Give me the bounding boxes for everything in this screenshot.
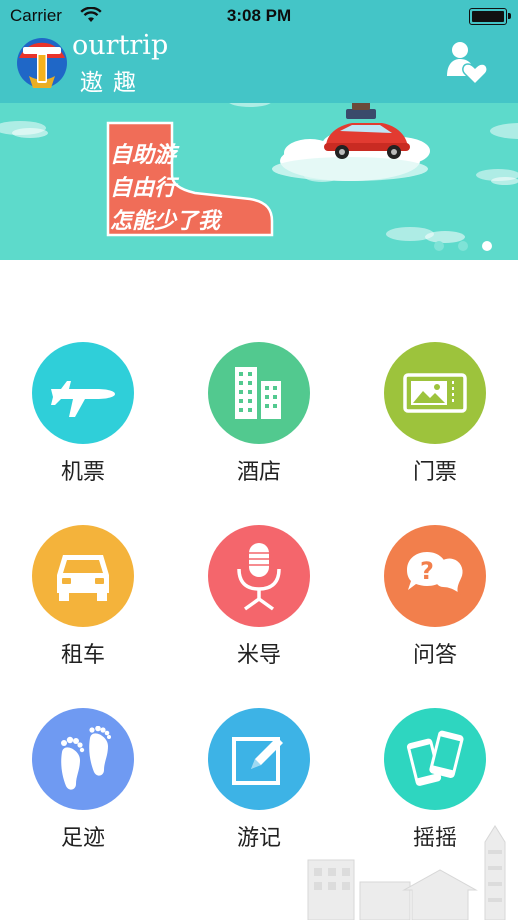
menu-label-car-rental: 租车 xyxy=(60,643,105,668)
buildings-icon xyxy=(235,367,281,419)
brand-name-en: ourtrip xyxy=(72,30,169,61)
brand-name-cn: 遨趣 xyxy=(80,70,146,96)
page-dot-1[interactable] xyxy=(434,241,444,251)
status-bar: Carrier 3:08 PM xyxy=(0,0,518,34)
footprints-icon xyxy=(61,726,111,790)
menu-item-ticket[interactable]: 门票 xyxy=(360,342,510,502)
battery-icon xyxy=(469,8,511,25)
guide-circle xyxy=(208,525,310,627)
shake-circle xyxy=(384,708,486,810)
page-dot-2[interactable] xyxy=(458,241,468,251)
ticket-icon xyxy=(403,373,467,413)
app-header: Carrier 3:08 PM ourtrip 遨趣 xyxy=(0,0,518,103)
svg-text:?: ? xyxy=(420,557,434,585)
hotel-circle xyxy=(208,342,310,444)
edit-note-icon xyxy=(232,737,283,785)
menu-item-car-rental[interactable]: 租车 xyxy=(8,525,158,685)
promo-banner[interactable]: 自助游 自由行 怎能少了我 xyxy=(0,103,518,260)
qa-circle: ? xyxy=(384,525,486,627)
car-circle xyxy=(32,525,134,627)
city-skyline-illustration xyxy=(307,825,506,920)
page-dot-3[interactable] xyxy=(482,241,492,251)
menu-item-hotel[interactable]: 酒店 xyxy=(184,342,334,502)
menu-label-hotel: 酒店 xyxy=(236,460,281,485)
menu-label-ticket: 门票 xyxy=(412,460,457,485)
footprint-circle xyxy=(32,708,134,810)
menu-label-qa: 问答 xyxy=(412,643,457,668)
chat-question-icon: ? xyxy=(407,552,465,597)
menu-item-flight[interactable]: 机票 xyxy=(8,342,158,502)
banner-line-3: 怎能少了我 xyxy=(110,209,221,234)
airplane-icon xyxy=(51,381,115,417)
menu-label-guide: 米导 xyxy=(236,643,281,668)
banner-page-indicator xyxy=(434,241,504,255)
menu-label-flight: 机票 xyxy=(60,460,105,485)
microphone-icon xyxy=(237,543,281,611)
banner-illustration xyxy=(0,103,518,243)
status-time: 3:08 PM xyxy=(226,6,292,25)
banner-line-2: 自由行 xyxy=(110,176,177,201)
ticket-circle xyxy=(384,342,486,444)
menu-item-guide[interactable]: 米导 xyxy=(184,525,334,685)
menu-item-qa[interactable]: ? 问答 xyxy=(360,525,510,685)
banner-line-1: 自助游 xyxy=(110,143,177,168)
car-icon xyxy=(57,555,109,601)
menu-item-footprint[interactable]: 足迹 xyxy=(8,708,158,868)
menu-label-footprint: 足迹 xyxy=(60,826,105,851)
travelogue-circle xyxy=(208,708,310,810)
ourtrip-logo xyxy=(17,38,67,88)
user-profile-icon[interactable] xyxy=(445,40,487,86)
phones-shake-icon xyxy=(406,730,464,786)
flight-circle xyxy=(32,342,134,444)
